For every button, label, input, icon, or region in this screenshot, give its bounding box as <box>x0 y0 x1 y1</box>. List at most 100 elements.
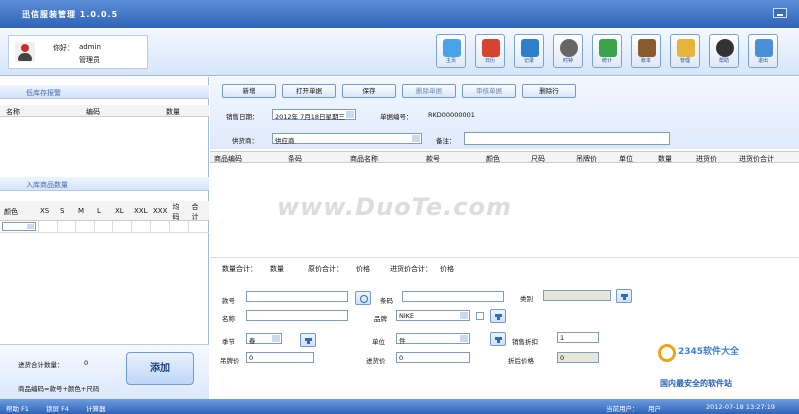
site-slogan: 国内最安全的软件站 <box>660 379 732 388</box>
user-role: 管理员 <box>79 56 100 64</box>
purchase-total-label: 进货价合计： <box>390 265 432 273</box>
clock-icon <box>560 39 578 57</box>
name-input[interactable] <box>246 310 348 321</box>
status-bar: 帮助 F1 锁屏 F4 计算器 当前用户： 用户 2012-07-18 13:2… <box>0 399 799 414</box>
size-col-xxx: XXX <box>153 207 168 215</box>
add-category-button[interactable] <box>616 289 632 303</box>
size-col-xxl: XXL <box>134 207 148 215</box>
help-shortcut[interactable]: 帮助 F1 <box>6 403 29 413</box>
table-cell[interactable] <box>150 221 151 233</box>
color-dropdown[interactable] <box>2 222 36 231</box>
search-button[interactable] <box>355 291 371 305</box>
brand-dropdown[interactable]: NIKE <box>396 310 470 321</box>
col-product-name: 商品名称 <box>350 155 378 163</box>
style-no-input[interactable] <box>246 291 348 302</box>
discount-input[interactable]: 1 <box>557 332 599 343</box>
minimize-button[interactable] <box>773 8 787 18</box>
home-icon <box>443 39 461 57</box>
delete-document-button[interactable]: 删除单据 <box>402 84 456 98</box>
table-cell[interactable] <box>94 221 95 233</box>
size-col-xs: XS <box>40 207 50 215</box>
barcode-input[interactable] <box>402 291 504 302</box>
toolbar-exit-button[interactable]: 退出 <box>748 34 778 68</box>
barcode-label: 条码 <box>380 297 393 305</box>
docno-value: RKD00000001 <box>428 111 475 119</box>
category-label: 类别 <box>520 295 533 303</box>
col-style-no: 款号 <box>426 155 440 163</box>
toolbar-chart-button[interactable]: 统计 <box>592 34 622 68</box>
date-picker[interactable]: 2012年 7月18日星期三 <box>272 109 356 121</box>
toolbar-clock-button[interactable]: 时钟 <box>553 34 583 68</box>
col-qty: 数量 <box>166 108 180 116</box>
datetime: 2012-07-18 13:27:19 <box>706 403 776 411</box>
category-input[interactable] <box>543 290 611 301</box>
save-button[interactable]: 保存 <box>342 84 396 98</box>
tag-price-input[interactable]: 0 <box>246 352 314 363</box>
toolbar-book-button[interactable]: 账本 <box>631 34 661 68</box>
original-total-value: 价格 <box>356 265 370 273</box>
size-col-m: M <box>78 207 85 215</box>
col-tag-price: 吊牌价 <box>576 155 597 163</box>
add-button[interactable]: 添加 <box>126 352 194 385</box>
col-quantity: 数量 <box>658 155 672 163</box>
brand-label: 品牌 <box>374 315 387 323</box>
purchase-price-label: 进货价 <box>366 357 386 365</box>
supplier-label: 供货商： <box>232 137 258 145</box>
size-grid-row <box>0 221 209 233</box>
site-logo: 2345软件大全 国内最安全的软件站 <box>654 340 796 395</box>
calendar-icon <box>482 39 500 57</box>
low-stock-grid-header: 名称 编码 数量 <box>0 105 209 117</box>
toolbar-calendar-button[interactable]: 日历 <box>475 34 505 68</box>
review-document-button[interactable]: 审核单据 <box>462 84 516 98</box>
table-cell[interactable] <box>57 221 58 233</box>
toolbar-help-button[interactable]: 帮助 <box>709 34 739 68</box>
table-cell[interactable] <box>112 221 113 233</box>
table-cell[interactable] <box>169 221 170 233</box>
book-icon <box>638 39 656 57</box>
unit-label: 单位 <box>372 338 385 346</box>
note-input[interactable] <box>464 132 670 145</box>
supplier-dropdown[interactable]: 供应商 <box>272 133 422 145</box>
total-qty-label: 进货合计数量： <box>18 361 64 369</box>
col-code: 编码 <box>86 108 100 116</box>
items-table-header: 商品编码 条码 商品名称 款号 颜色 尺码 吊牌价 单位 数量 进货价 进货价合… <box>210 151 799 163</box>
original-total-label: 原价合计： <box>308 265 343 273</box>
size-col-l: L <box>97 207 101 215</box>
add-season-button[interactable] <box>300 333 316 347</box>
qty-total-label: 数量合计： <box>222 265 257 273</box>
avatar <box>15 42 35 62</box>
docno-label: 单据编号： <box>380 113 413 121</box>
size-col-total: 合计 <box>191 203 199 221</box>
chart-icon <box>599 39 617 57</box>
add-unit-button[interactable] <box>490 332 506 346</box>
site-name: 2345软件大全 <box>678 347 740 357</box>
user-name: admin <box>79 43 101 51</box>
toolbar-home-button[interactable]: 主页 <box>436 34 466 68</box>
open-document-button[interactable]: 打开单据 <box>282 84 336 98</box>
tag-price-label: 吊牌价 <box>220 357 240 365</box>
purchase-price-input[interactable]: 0 <box>396 352 470 363</box>
table-cell[interactable] <box>188 221 189 233</box>
season-label: 季节 <box>222 338 235 346</box>
table-cell[interactable] <box>38 221 39 233</box>
toolbar-record-button[interactable]: 记录 <box>514 34 544 68</box>
manage-icon <box>677 39 695 57</box>
size-col-s: S <box>60 207 65 215</box>
season-dropdown[interactable]: 春 <box>246 333 282 345</box>
calculator-button[interactable]: 计算器 <box>86 403 106 413</box>
toolbar-manage-button[interactable]: 管理 <box>670 34 700 68</box>
after-discount-input[interactable]: 0 <box>557 352 599 363</box>
col-color: 颜色 <box>486 155 500 163</box>
watermark: www.DuoTe.com <box>277 193 512 221</box>
greeting-label: 你好： <box>53 44 74 52</box>
new-button[interactable]: 新增 <box>222 84 276 98</box>
brand-checkbox[interactable] <box>476 312 484 320</box>
total-qty-value: 0 <box>84 359 89 367</box>
table-cell[interactable] <box>131 221 132 233</box>
table-cell[interactable] <box>75 221 76 233</box>
code-formula: 商品编码=款号+颜色+尺码 <box>18 385 100 393</box>
add-brand-button[interactable] <box>490 309 506 323</box>
lock-shortcut[interactable]: 锁屏 F4 <box>46 403 69 413</box>
unit-dropdown[interactable]: 件 <box>396 333 470 345</box>
delete-row-button[interactable]: 删除行 <box>522 84 576 98</box>
